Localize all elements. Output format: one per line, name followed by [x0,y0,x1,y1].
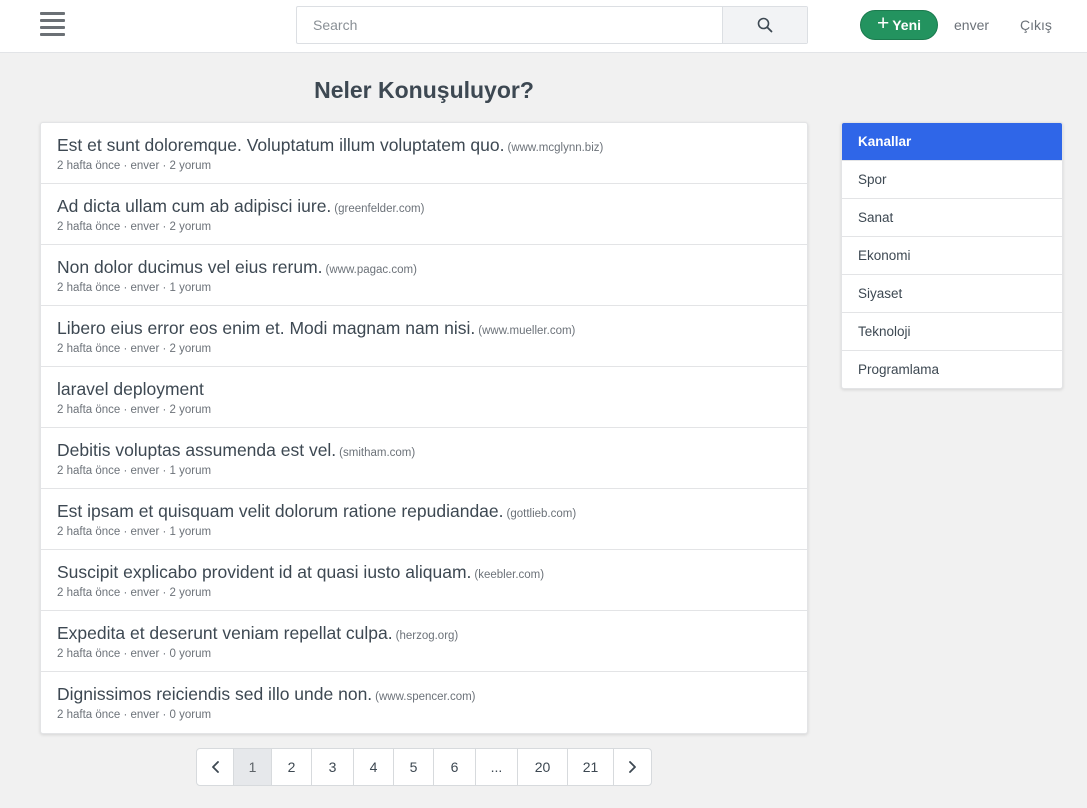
thread-domain: (herzog.org) [395,630,459,642]
thread-title-row: Libero eius error eos enim et. Modi magn… [57,318,791,341]
search-input[interactable] [297,7,722,43]
thread-domain: (www.pagac.com) [325,264,417,276]
thread-title-row: Expedita et deserunt veniam repellat cul… [57,623,791,646]
thread-row[interactable]: Non dolor ducimus vel eius rerum. (www.pa… [41,245,807,306]
thread-row[interactable]: Debitis voluptas assumenda est vel. (smit… [41,428,807,489]
thread-title-row: laravel deployment [57,379,791,402]
logout-link[interactable]: Çıkış [1020,17,1052,33]
user-profile-link[interactable]: enver [954,17,989,33]
thread-title-link[interactable]: Suscipit explicabo provident id at quasi… [57,562,471,582]
search-button[interactable] [722,7,807,43]
thread-meta: 2 hafta önce · enver · 1 yorum [57,526,212,538]
new-thread-label: Yeni [892,17,922,33]
menu-icon[interactable] [40,12,65,36]
pagination-page[interactable]: 3 [312,749,354,785]
thread-row[interactable]: laravel deployment 2 hafta önce · enver ·… [41,367,807,428]
thread-row[interactable]: Libero eius error eos enim et. Modi magn… [41,306,807,367]
thread-row[interactable]: Expedita et deserunt veniam repellat cul… [41,611,807,672]
channel-item[interactable]: Spor [842,160,1062,198]
thread-title-row: Est et sunt doloremque. Voluptatum illum… [57,135,791,158]
channel-item[interactable]: Sanat [842,198,1062,236]
thread-meta: 2 hafta önce · enver · 2 yorum [57,587,212,599]
pagination-page[interactable]: 6 [434,749,476,785]
thread-row[interactable]: Est et sunt doloremque. Voluptatum illum… [41,123,807,184]
thread-title-link[interactable]: Est ipsam et quisquam velit dolorum rati… [57,501,504,521]
thread-title-link[interactable]: Dignissimos reiciendis sed illo unde non… [57,684,372,704]
thread-list: Est et sunt doloremque. Voluptatum illum… [40,122,808,734]
chevron-right-icon [629,761,636,773]
thread-row[interactable]: Ad dicta ullam cum ab adipisci iure. (gre… [41,184,807,245]
pagination-next-button[interactable] [614,749,651,785]
channels-panel: Kanallar Spor Sanat Ekonomi Siyaset Teknoloj… [841,122,1063,389]
thread-title-row: Suscipit explicabo provident id at quasi… [57,562,791,585]
thread-title-row: Debitis voluptas assumenda est vel. (smit… [57,440,791,463]
pagination-page[interactable]: 2 [272,749,312,785]
thread-title-row: Ad dicta ullam cum ab adipisci iure. (gre… [57,196,791,219]
thread-title-link[interactable]: laravel deployment [57,379,204,399]
channel-item[interactable]: Programlama [842,350,1062,388]
thread-meta: 2 hafta önce · enver · 0 yorum [57,648,212,660]
thread-title-row: Non dolor ducimus vel eius rerum. (www.pa… [57,257,791,280]
thread-domain: (www.mcglynn.biz) [507,142,604,154]
channel-item[interactable]: Siyaset [842,274,1062,312]
thread-domain: (www.mueller.com) [478,325,576,337]
pagination-ellipsis: ... [476,749,518,785]
thread-title-link[interactable]: Debitis voluptas assumenda est vel. [57,440,336,460]
search-icon [757,17,773,33]
thread-title-link[interactable]: Libero eius error eos enim et. Modi magn… [57,318,475,338]
thread-domain: (keebler.com) [474,569,545,581]
channels-header: Kanallar [842,123,1062,160]
thread-meta: 2 hafta önce · enver · 2 yorum [57,160,212,172]
thread-row[interactable]: Dignissimos reiciendis sed illo unde non… [41,672,807,733]
pagination-page[interactable]: 21 [568,749,614,785]
thread-meta: 2 hafta önce · enver · 2 yorum [57,221,212,233]
top-navbar: + Yeni enver Çıkış [0,0,1087,53]
thread-meta: 2 hafta önce · enver · 2 yorum [57,404,212,416]
thread-title-row: Dignissimos reiciendis sed illo unde non… [57,684,791,707]
pagination-prev-button[interactable] [197,749,234,785]
channel-item[interactable]: Teknoloji [842,312,1062,350]
pagination: 1 2 3 4 5 6... 20 21 [196,748,652,786]
page-title: Neler Konuşuluyor? [314,77,534,103]
thread-row[interactable]: Suscipit explicabo provident id at quasi… [41,550,807,611]
thread-meta: 2 hafta önce · enver · 1 yorum [57,465,212,477]
plus-icon: + [876,12,890,35]
thread-row[interactable]: Est ipsam et quisquam velit dolorum rati… [41,489,807,550]
thread-title-link[interactable]: Ad dicta ullam cum ab adipisci iure. [57,196,331,216]
new-thread-button[interactable]: + Yeni [860,10,938,40]
thread-domain: (greenfelder.com) [334,203,425,215]
thread-domain: (gottlieb.com) [506,508,577,520]
search-bar [296,6,808,44]
thread-domain: (www.spencer.com) [375,691,476,703]
thread-title-link[interactable]: Est et sunt doloremque. Voluptatum illum… [57,135,504,155]
thread-meta: 2 hafta önce · enver · 2 yorum [57,343,212,355]
thread-title-link[interactable]: Non dolor ducimus vel eius rerum. [57,257,323,277]
channel-item[interactable]: Ekonomi [842,236,1062,274]
pagination-page[interactable]: 20 [518,749,568,785]
chevron-left-icon [211,761,219,773]
pagination-page[interactable]: 5 [394,749,434,785]
pagination-page[interactable]: 1 [234,749,272,785]
thread-meta: 2 hafta önce · enver · 1 yorum [57,282,212,294]
thread-meta: 2 hafta önce · enver · 0 yorum [57,709,212,721]
thread-title-row: Est ipsam et quisquam velit dolorum rati… [57,501,791,524]
thread-title-link[interactable]: Expedita et deserunt veniam repellat cul… [57,623,393,643]
thread-domain: (smitham.com) [339,447,416,459]
pagination-page[interactable]: 4 [354,749,394,785]
